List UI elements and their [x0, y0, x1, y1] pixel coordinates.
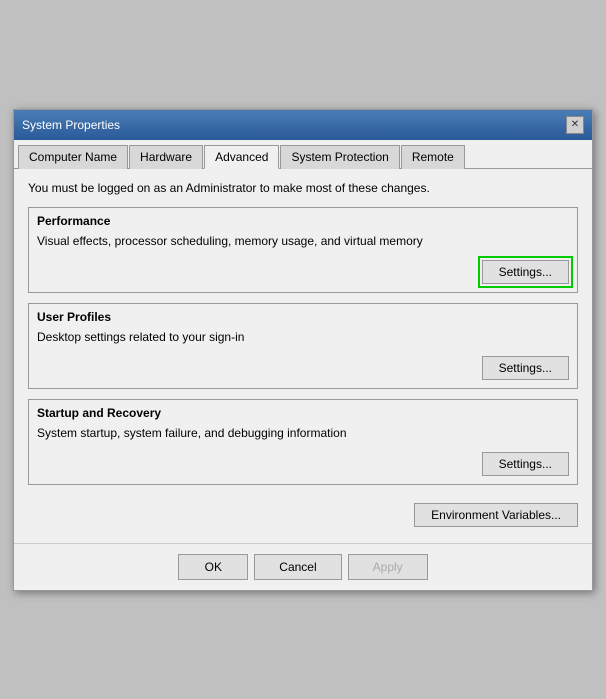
title-bar: System Properties ✕: [14, 110, 592, 140]
startup-recovery-title: Startup and Recovery: [29, 400, 577, 422]
startup-recovery-section: Startup and Recovery System startup, sys…: [28, 399, 578, 485]
tab-advanced[interactable]: Advanced: [204, 145, 279, 169]
startup-recovery-desc: System startup, system failure, and debu…: [29, 422, 577, 448]
tab-bar: Computer Name Hardware Advanced System P…: [14, 140, 592, 169]
user-profiles-section: User Profiles Desktop settings related t…: [28, 303, 578, 389]
tab-system-protection[interactable]: System Protection: [280, 145, 399, 169]
apply-button[interactable]: Apply: [348, 554, 428, 580]
performance-btn-row: Settings...: [29, 256, 577, 292]
footer-bar: OK Cancel Apply: [14, 543, 592, 590]
admin-notice: You must be logged on as an Administrato…: [28, 181, 578, 195]
performance-desc: Visual effects, processor scheduling, me…: [29, 230, 577, 256]
tab-content: You must be logged on as an Administrato…: [14, 169, 592, 543]
environment-variables-button[interactable]: Environment Variables...: [414, 503, 578, 527]
tab-computer-name[interactable]: Computer Name: [18, 145, 128, 169]
user-profiles-desc: Desktop settings related to your sign-in: [29, 326, 577, 352]
performance-title: Performance: [29, 208, 577, 230]
ok-button[interactable]: OK: [178, 554, 248, 580]
user-profiles-settings-button[interactable]: Settings...: [482, 356, 569, 380]
title-bar-controls: ✕: [566, 116, 584, 134]
window-title: System Properties: [22, 118, 120, 132]
tab-hardware[interactable]: Hardware: [129, 145, 203, 169]
env-variables-row: Environment Variables...: [28, 495, 578, 531]
user-profiles-title: User Profiles: [29, 304, 577, 326]
startup-recovery-btn-row: Settings...: [29, 448, 577, 484]
performance-section: Performance Visual effects, processor sc…: [28, 207, 578, 293]
system-properties-window: System Properties ✕ Computer Name Hardwa…: [13, 109, 593, 591]
user-profiles-btn-row: Settings...: [29, 352, 577, 388]
close-button[interactable]: ✕: [566, 116, 584, 134]
cancel-button[interactable]: Cancel: [254, 554, 341, 580]
tab-remote[interactable]: Remote: [401, 145, 465, 169]
performance-settings-button[interactable]: Settings...: [482, 260, 569, 284]
startup-recovery-settings-button[interactable]: Settings...: [482, 452, 569, 476]
